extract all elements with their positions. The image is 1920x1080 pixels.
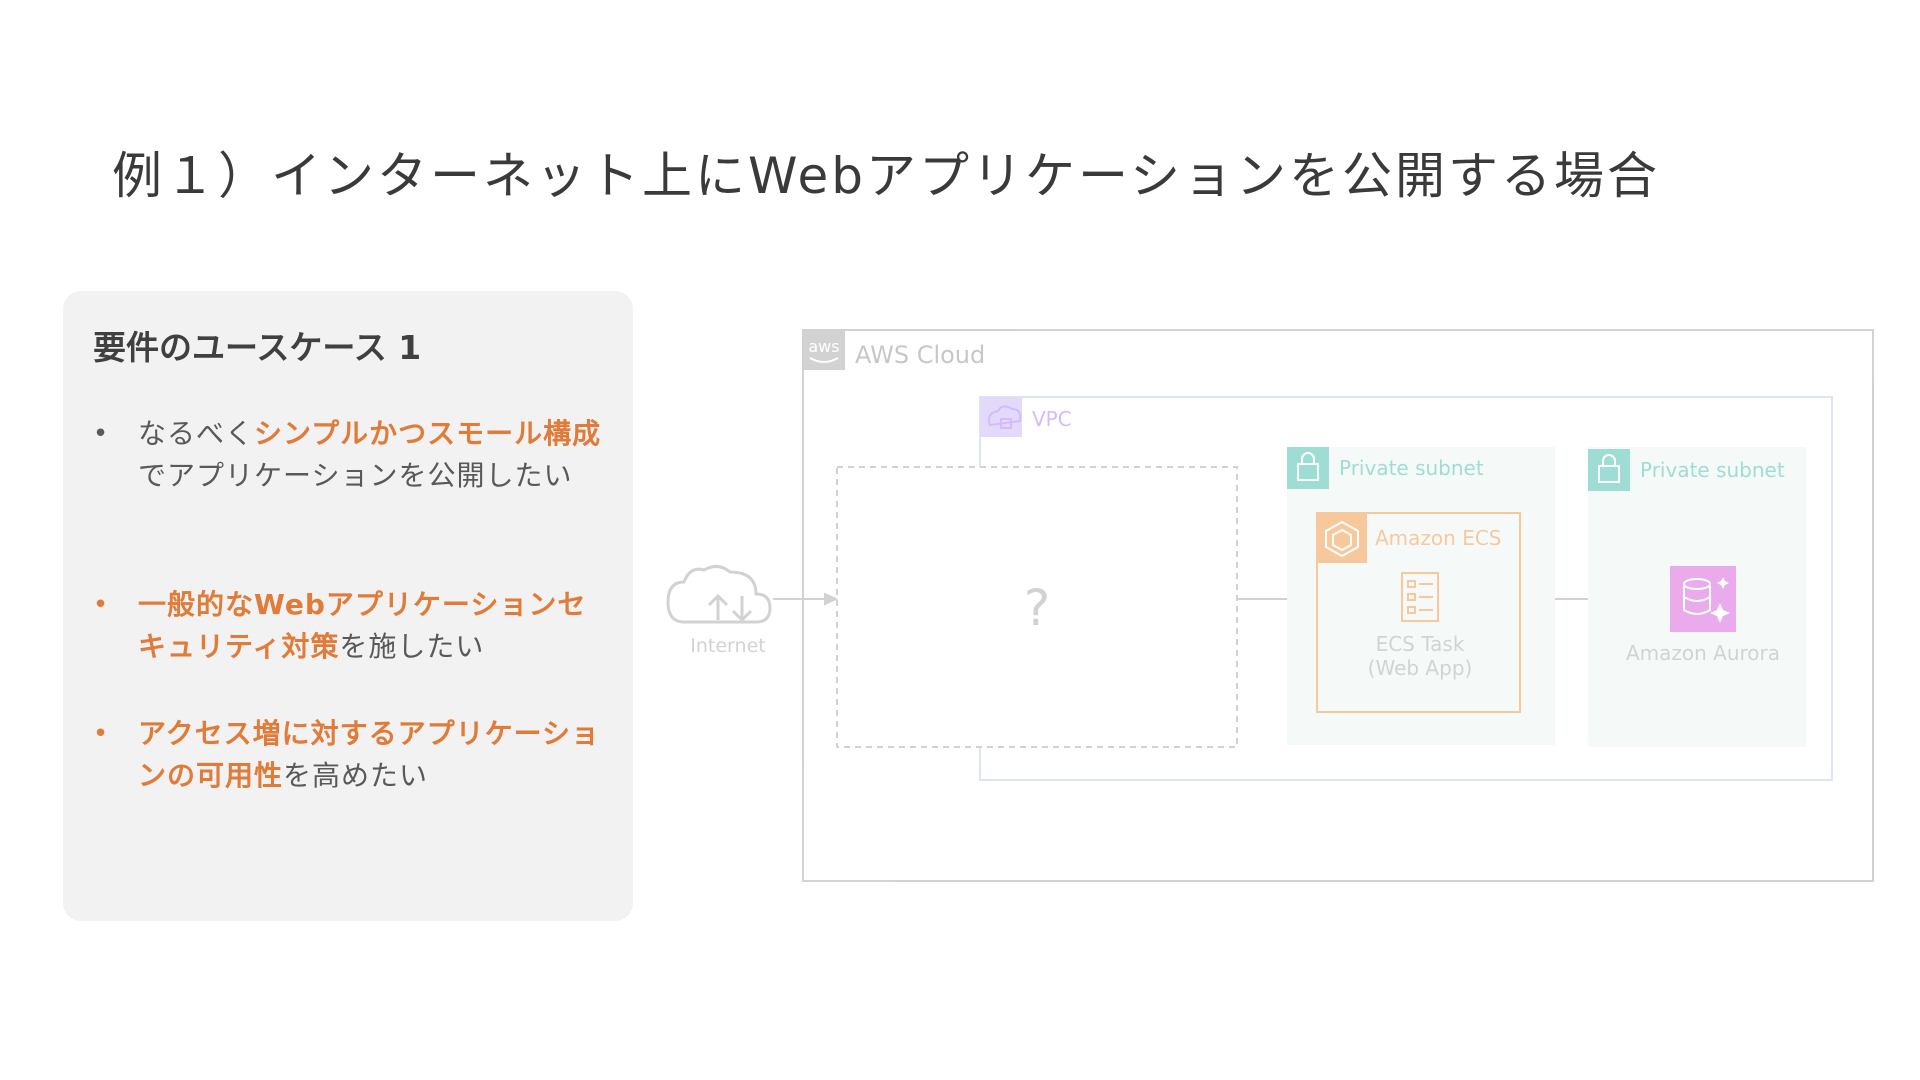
internet-label: Internet <box>690 635 765 657</box>
private-subnet-1-label: Private subnet <box>1339 456 1484 480</box>
unknown-marker: ? <box>1024 579 1051 637</box>
ecs-label: Amazon ECS <box>1375 526 1501 550</box>
ecs-task-label-line1: ECS Task <box>1376 632 1465 656</box>
aws-logo-icon: aws <box>803 330 845 370</box>
svg-text:aws: aws <box>808 337 839 356</box>
architecture-diagram: aws AWS Cloud VPC ? Internet Private sub… <box>666 329 1874 882</box>
private-subnet-2-label: Private subnet <box>1640 458 1785 482</box>
ecs-task-label-line2: (Web App) <box>1368 656 1473 680</box>
internet-cloud-icon <box>666 565 772 624</box>
lock-icon <box>1588 449 1630 491</box>
ecs-icon <box>1317 513 1367 563</box>
aurora-label: Amazon Aurora <box>1626 641 1780 665</box>
diagram-faded-group: aws AWS Cloud VPC ? Internet Private sub… <box>666 329 1874 882</box>
lock-icon <box>1287 447 1329 489</box>
aws-cloud-label: AWS Cloud <box>855 341 985 369</box>
vpc-label: VPC <box>1032 407 1072 431</box>
aurora-icon <box>1670 566 1736 632</box>
vpc-icon <box>980 397 1022 437</box>
